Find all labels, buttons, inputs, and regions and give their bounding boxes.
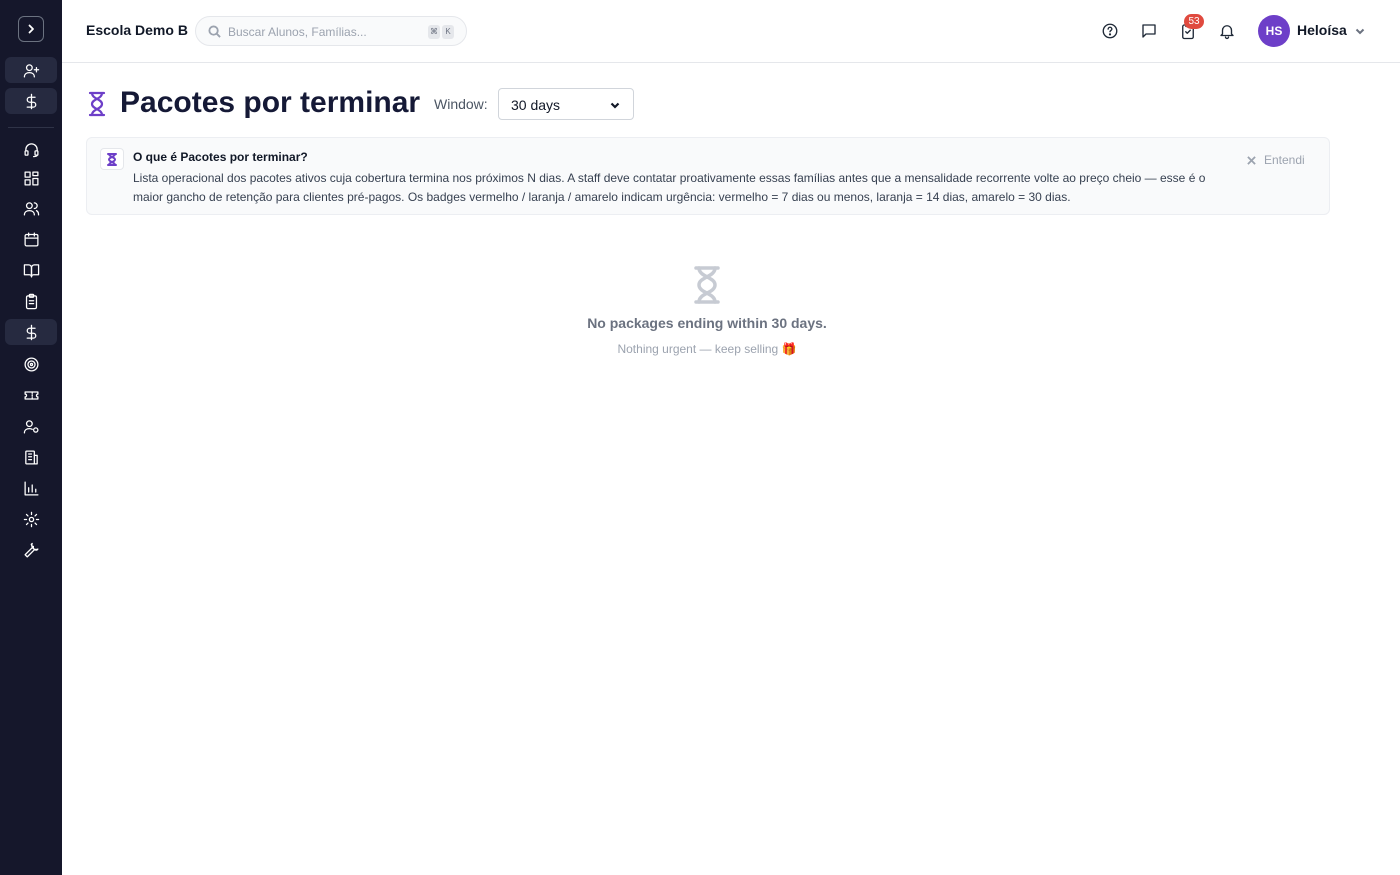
sidebar-divider <box>8 127 54 128</box>
dismiss-button[interactable]: Entendi <box>1247 153 1305 167</box>
chevron-down-icon <box>610 102 620 109</box>
book-open-icon <box>23 263 39 278</box>
user-cog-icon <box>23 419 39 434</box>
messages-button[interactable] <box>1139 21 1159 41</box>
sidebar-item-staff[interactable] <box>5 413 57 439</box>
sidebar-item-attendance[interactable] <box>5 288 57 314</box>
dollar-icon <box>26 324 36 340</box>
info-title: O que é Pacotes por terminar? <box>133 150 308 164</box>
building-icon <box>24 449 38 465</box>
hourglass-icon <box>87 91 107 117</box>
window-label: Window: <box>434 96 488 112</box>
sidebar <box>0 0 62 875</box>
empty-state-title: No packages ending within 30 days. <box>587 315 827 331</box>
sidebar-item-classes[interactable] <box>5 257 57 283</box>
avatar[interactable]: HS <box>1258 15 1290 47</box>
sidebar-item-families[interactable] <box>5 195 57 221</box>
bar-chart-icon <box>23 480 39 496</box>
page-title: Pacotes por terminar <box>120 86 421 119</box>
sidebar-item-calendar[interactable] <box>5 226 57 252</box>
help-button[interactable] <box>1100 21 1120 41</box>
sidebar-item-tools[interactable] <box>5 537 57 563</box>
notifications-button[interactable] <box>1217 21 1237 41</box>
sidebar-item-tickets[interactable] <box>5 382 57 408</box>
sidebar-item-dashboard[interactable] <box>5 165 57 191</box>
dollar-icon <box>26 93 36 109</box>
target-icon <box>23 356 39 372</box>
user-name[interactable]: Heloísa <box>1297 22 1347 38</box>
wrench-icon <box>23 542 39 558</box>
sidebar-item-finance[interactable] <box>5 319 57 345</box>
school-name[interactable]: Escola Demo B <box>86 22 188 38</box>
chat-icon <box>1142 24 1156 38</box>
info-banner: O que é Pacotes por terminar? Lista oper… <box>86 137 1330 215</box>
bell-icon <box>1220 25 1234 40</box>
sidebar-item-billing[interactable] <box>5 88 57 114</box>
headset-icon <box>23 142 39 157</box>
top-bar: Escola Demo B ⌘ K 53 HS Heloísa <box>62 0 1400 63</box>
hourglass-icon <box>692 265 722 305</box>
gear-icon <box>23 511 39 527</box>
search-input[interactable] <box>228 23 418 41</box>
sidebar-item-units[interactable] <box>5 444 57 470</box>
dashboard-icon <box>23 170 39 186</box>
close-icon <box>1247 155 1256 165</box>
chevron-right-icon <box>28 24 34 34</box>
sidebar-item-settings[interactable] <box>5 506 57 532</box>
sidebar-item-reports[interactable] <box>5 475 57 501</box>
window-select-value: 30 days <box>511 97 561 113</box>
ticket-icon <box>23 390 39 400</box>
users-icon <box>23 201 39 216</box>
search-box[interactable]: ⌘ K <box>195 16 467 46</box>
chevron-down-icon[interactable] <box>1354 25 1366 37</box>
sidebar-item-add-student[interactable] <box>5 57 57 83</box>
hourglass-icon <box>100 148 124 170</box>
shortcut-key-cmd: ⌘ <box>428 25 440 39</box>
clipboard-icon <box>25 293 37 309</box>
search-icon <box>208 25 221 38</box>
calendar-icon <box>23 231 39 247</box>
shortcut-key-k: K <box>442 25 454 39</box>
user-plus-icon <box>23 63 39 78</box>
sidebar-expand-button[interactable] <box>18 16 44 42</box>
window-select[interactable]: 30 days <box>498 88 634 120</box>
info-body: Lista operacional dos pacotes ativos cuj… <box>133 171 1206 204</box>
empty-state-subtitle: Nothing urgent — keep selling 🎁 <box>617 342 797 356</box>
dismiss-label: Entendi <box>1264 153 1305 167</box>
sidebar-item-support[interactable] <box>5 136 57 162</box>
tasks-count-badge: 53 <box>1184 14 1204 29</box>
help-circle-icon <box>1102 23 1118 39</box>
sidebar-item-goals[interactable] <box>5 351 57 377</box>
